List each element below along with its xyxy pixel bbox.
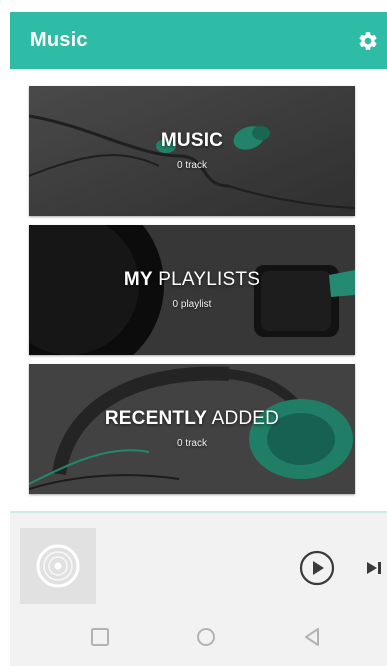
play-circle-icon[interactable]	[299, 550, 335, 586]
recently-added-card[interactable]: RECENTLY ADDED 0 track	[29, 364, 355, 494]
circle-home-icon[interactable]	[195, 626, 217, 648]
square-recents-icon[interactable]	[89, 626, 111, 648]
recently-added-card-title: RECENTLY ADDED	[104, 408, 280, 429]
my-playlists-card[interactable]: MY PLAYLISTS 0 playlist	[29, 225, 355, 355]
system-navigation-bar	[10, 610, 387, 666]
settings-button[interactable]	[355, 28, 381, 54]
recent-track-count: 0 track	[176, 438, 207, 449]
triangle-back-icon[interactable]	[301, 626, 323, 648]
my-playlists-card-text: MY PLAYLISTS 0 playlist	[29, 269, 355, 310]
my-playlists-card-title: MY PLAYLISTS	[123, 269, 261, 290]
category-list: MUSIC 0 track MY PLAYLISTS 0 playlist RE…	[29, 86, 355, 503]
music-card-text: MUSIC 0 track	[29, 130, 355, 171]
app-bar: Music	[10, 12, 387, 69]
gear-icon	[359, 31, 377, 50]
music-track-count: 0 track	[176, 160, 207, 171]
mini-player	[10, 513, 387, 610]
vinyl-disc-icon	[36, 544, 80, 588]
playlist-count: 0 playlist	[172, 299, 212, 310]
skip-next-icon[interactable]	[365, 559, 383, 577]
music-app-screen: Music MUSIC 0 track MY PLAYLISTS 0 playl…	[0, 0, 387, 666]
album-art[interactable]	[20, 528, 96, 604]
recently-added-card-text: RECENTLY ADDED 0 track	[29, 408, 355, 449]
music-card-title: MUSIC	[160, 130, 224, 151]
app-title: Music	[30, 29, 88, 51]
music-card[interactable]: MUSIC 0 track	[29, 86, 355, 216]
